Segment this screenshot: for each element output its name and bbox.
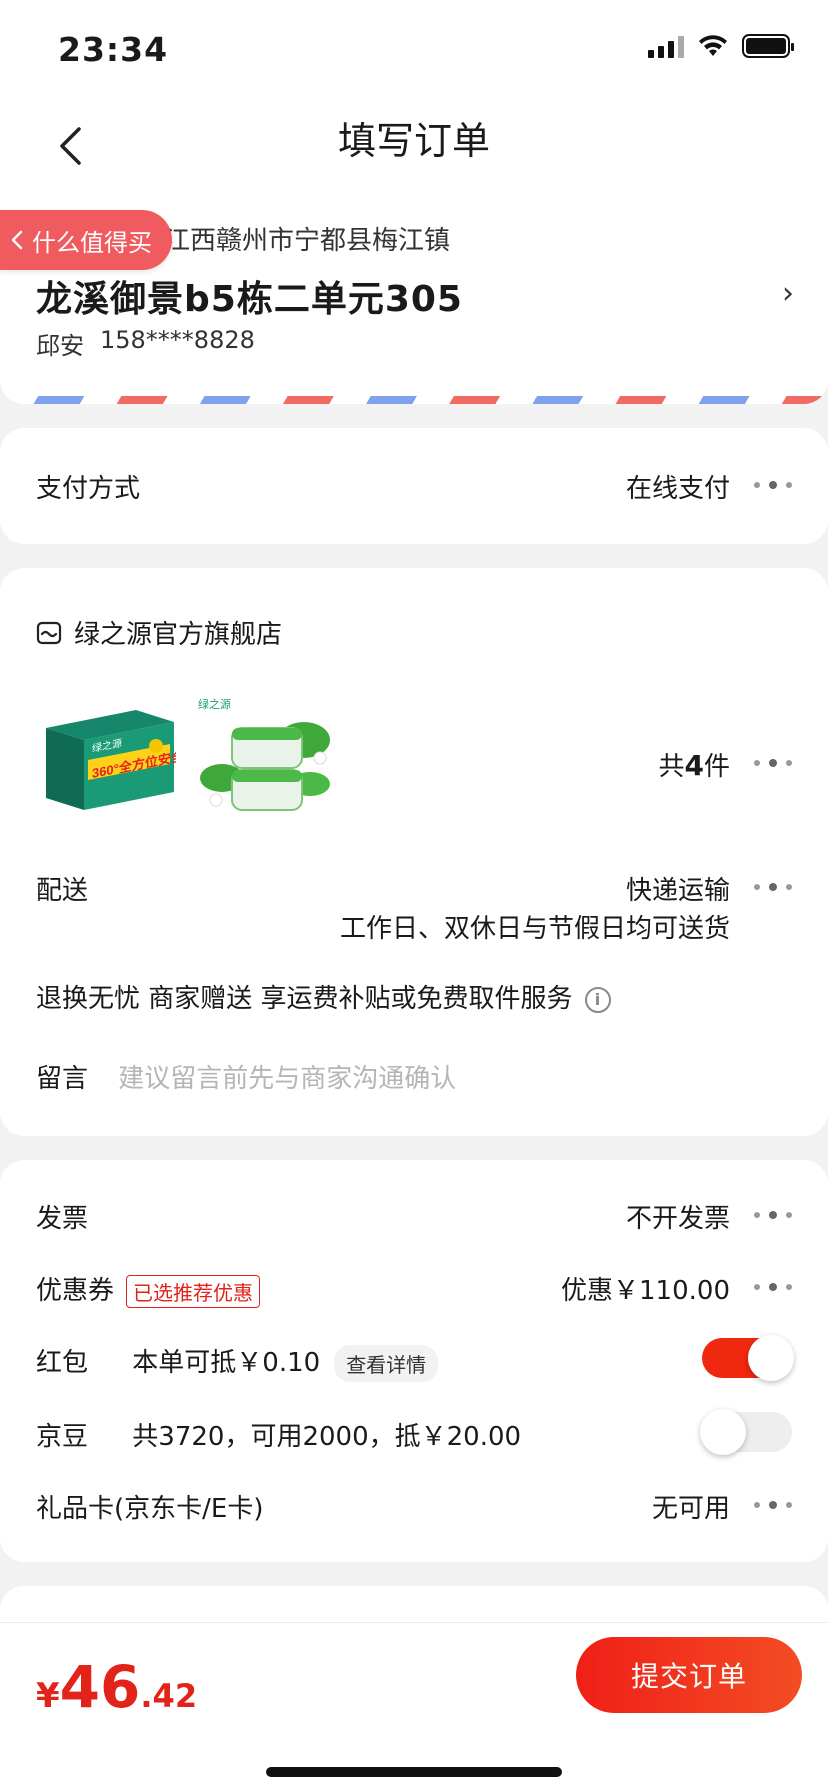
nav-bar: 填写订单 [0, 96, 828, 206]
price-decimal: .42 [140, 1677, 198, 1715]
more-icon [754, 480, 792, 490]
more-icon[interactable] [754, 1210, 792, 1220]
coupon-label: 优惠券 [36, 1276, 115, 1306]
smzdm-label: 什么值得买 [32, 228, 152, 257]
airmail-border [0, 396, 828, 404]
message-input[interactable]: 建议留言前先与商家沟通确认 [118, 1064, 456, 1094]
delivery-note: 工作日、双休日与节假日均可送货 [339, 914, 730, 944]
bottom-bar: ¥46.42 提交订单 [0, 1622, 828, 1792]
more-icon[interactable] [754, 882, 792, 892]
more-icon[interactable] [754, 1500, 792, 1510]
jingdou-row: 京豆 共3720，可用2000，抵￥20.00 [36, 1416, 521, 1453]
payment-label: 支付方式 [36, 474, 141, 504]
coupon-tag: 已选推荐优惠 [126, 1275, 261, 1308]
page-title: 填写订单 [337, 119, 490, 163]
address-region: 江西赣州市宁都县梅江镇 [164, 226, 451, 256]
jingdou-label: 京豆 [36, 1422, 89, 1452]
contact-phone: 158****8828 [100, 326, 255, 354]
message-row[interactable]: 留言 建议留言前先与商家沟通确认 [36, 1058, 456, 1095]
view-details-button[interactable]: 查看详情 [334, 1345, 439, 1382]
product-box-image: 360°全方位安全卫士 绿之源 [46, 710, 210, 810]
coupon-row: 优惠券 已选推荐优惠 [36, 1270, 261, 1308]
giftcard-value[interactable]: 无可用 [652, 1488, 730, 1525]
coupon-value[interactable]: 优惠￥110.00 [561, 1270, 730, 1307]
smzdm-return-button[interactable]: 什么值得买 [0, 210, 172, 270]
invoice-value[interactable]: 不开发票 [626, 1198, 730, 1235]
contact-name: 邱安 [36, 332, 84, 360]
delivery-label: 配送 [36, 876, 89, 906]
message-label: 留言 [36, 1064, 89, 1094]
svg-text:绿之源: 绿之源 [198, 697, 231, 711]
invoice-label: 发票 [36, 1204, 89, 1234]
home-indicator [266, 1767, 562, 1777]
battery-icon [742, 34, 794, 58]
toggle-knob [700, 1409, 746, 1455]
chevron-left-icon [11, 230, 23, 250]
info-icon[interactable]: i [584, 986, 611, 1013]
payment-value: 在线支付 [625, 474, 730, 504]
discount-card: 发票 不开发票 优惠券 已选推荐优惠 优惠￥110.00 红包 本单可抵￥0.10… [0, 1160, 828, 1562]
status-icons [648, 34, 794, 58]
delivery-method[interactable]: 快递运输 [626, 870, 730, 907]
chevron-right-icon: › [782, 276, 794, 311]
store-header[interactable]: 绿之源官方旗舰店 [36, 614, 282, 651]
giftcard-label: 礼品卡(京东卡/E卡) [36, 1494, 264, 1524]
jingdou-toggle[interactable] [700, 1409, 792, 1455]
jingdou-desc: 共3720，可用2000，抵￥20.00 [132, 1422, 522, 1452]
redpacket-desc: 本单可抵￥0.10 [132, 1348, 321, 1378]
item-count-number: 4 [684, 749, 704, 782]
item-count-prefix: 共 [658, 752, 685, 782]
toggle-knob [748, 1335, 794, 1381]
product-jar-image: 绿之源 [198, 697, 330, 811]
product-image[interactable]: 绿之源 [192, 688, 342, 828]
redpacket-toggle[interactable] [702, 1335, 794, 1381]
item-count[interactable]: 共4件 [658, 746, 730, 783]
more-icon[interactable] [754, 1282, 792, 1292]
redpacket-label: 红包 [36, 1348, 89, 1378]
submit-order-button[interactable]: 提交订单 [576, 1637, 802, 1713]
service-row: 退换无忧 商家赠送 享运费补贴或免费取件服务 i [36, 978, 611, 1015]
status-time: 23:34 [58, 30, 169, 69]
store-icon [36, 621, 62, 644]
more-icon[interactable] [754, 758, 792, 768]
address-contact: 邱安 158****8828 [36, 326, 255, 361]
status-bar: 23:34 [0, 0, 828, 96]
wifi-icon [699, 35, 727, 56]
service-text: 退换无忧 商家赠送 享运费补贴或免费取件服务 [36, 984, 573, 1014]
price-integer: 46 [59, 1653, 141, 1721]
redpacket-row: 红包 本单可抵￥0.10 查看详情 [36, 1342, 439, 1382]
store-name: 绿之源官方旗舰店 [74, 620, 283, 650]
payment-card[interactable]: 支付方式 在线支付 [0, 428, 828, 544]
product-image[interactable]: 360°全方位安全卫士 绿之源 [36, 688, 210, 828]
price-currency: ¥ [36, 1676, 60, 1716]
store-card: 绿之源官方旗舰店 360°全方位安全卫士 绿之源 绿之源 共4件 配送 快递运输… [0, 568, 828, 1136]
signal-icon [648, 34, 684, 58]
item-count-suffix: 件 [703, 752, 730, 782]
total-price: ¥46.42 [36, 1653, 197, 1721]
address-detail: 龙溪御景b5栋二单元305 [36, 279, 463, 320]
